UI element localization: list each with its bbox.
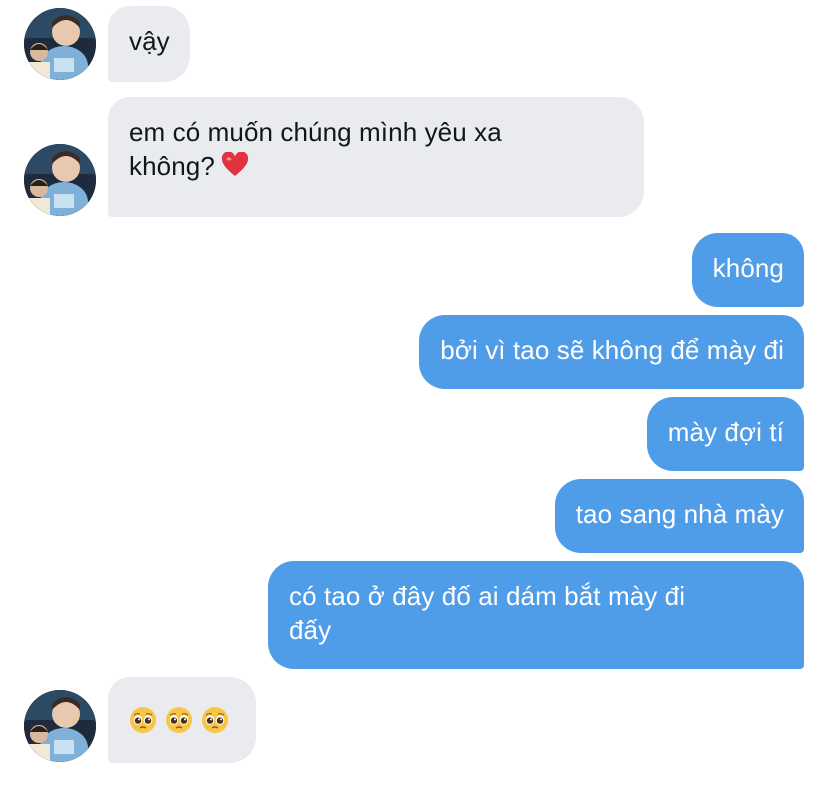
message-text: bởi vì tao sẽ không để mày đi <box>440 335 784 365</box>
emoji-row <box>129 703 236 737</box>
message-text-line: có tao ở đây đố ai dám bắt mày đi <box>289 581 686 611</box>
incoming-message[interactable]: em có muốn chúng mình yêu xa không? <box>108 97 644 217</box>
message-text: vậy <box>129 26 170 56</box>
pleading-face-icon <box>165 706 193 734</box>
message-text-line: không? <box>129 149 624 186</box>
outgoing-message[interactable]: có tao ở đây đố ai dám bắt mày đi đấy <box>268 561 804 669</box>
pleading-face-icon <box>201 706 229 734</box>
incoming-message[interactable] <box>108 677 256 763</box>
message-text: không? <box>129 151 215 181</box>
contact-avatar[interactable] <box>24 144 96 216</box>
contact-avatar[interactable] <box>24 8 96 80</box>
message-text: mày đợi tí <box>667 417 784 447</box>
message-text: tao sang nhà mày <box>575 499 784 529</box>
outgoing-message[interactable]: tao sang nhà mày <box>554 479 804 553</box>
contact-avatar[interactable] <box>24 690 96 762</box>
incoming-message[interactable]: vậy <box>108 6 190 82</box>
message-text-line: đấy <box>289 615 332 645</box>
outgoing-message[interactable]: mày đợi tí <box>646 397 804 471</box>
pleading-face-icon <box>129 706 157 734</box>
message-text: không <box>712 253 784 283</box>
message-text-line: em có muốn chúng mình yêu xa <box>129 117 502 147</box>
outgoing-message[interactable]: bởi vì tao sẽ không để mày đi <box>419 315 804 389</box>
red-heart-icon <box>221 151 249 186</box>
outgoing-message[interactable]: không <box>691 233 804 307</box>
